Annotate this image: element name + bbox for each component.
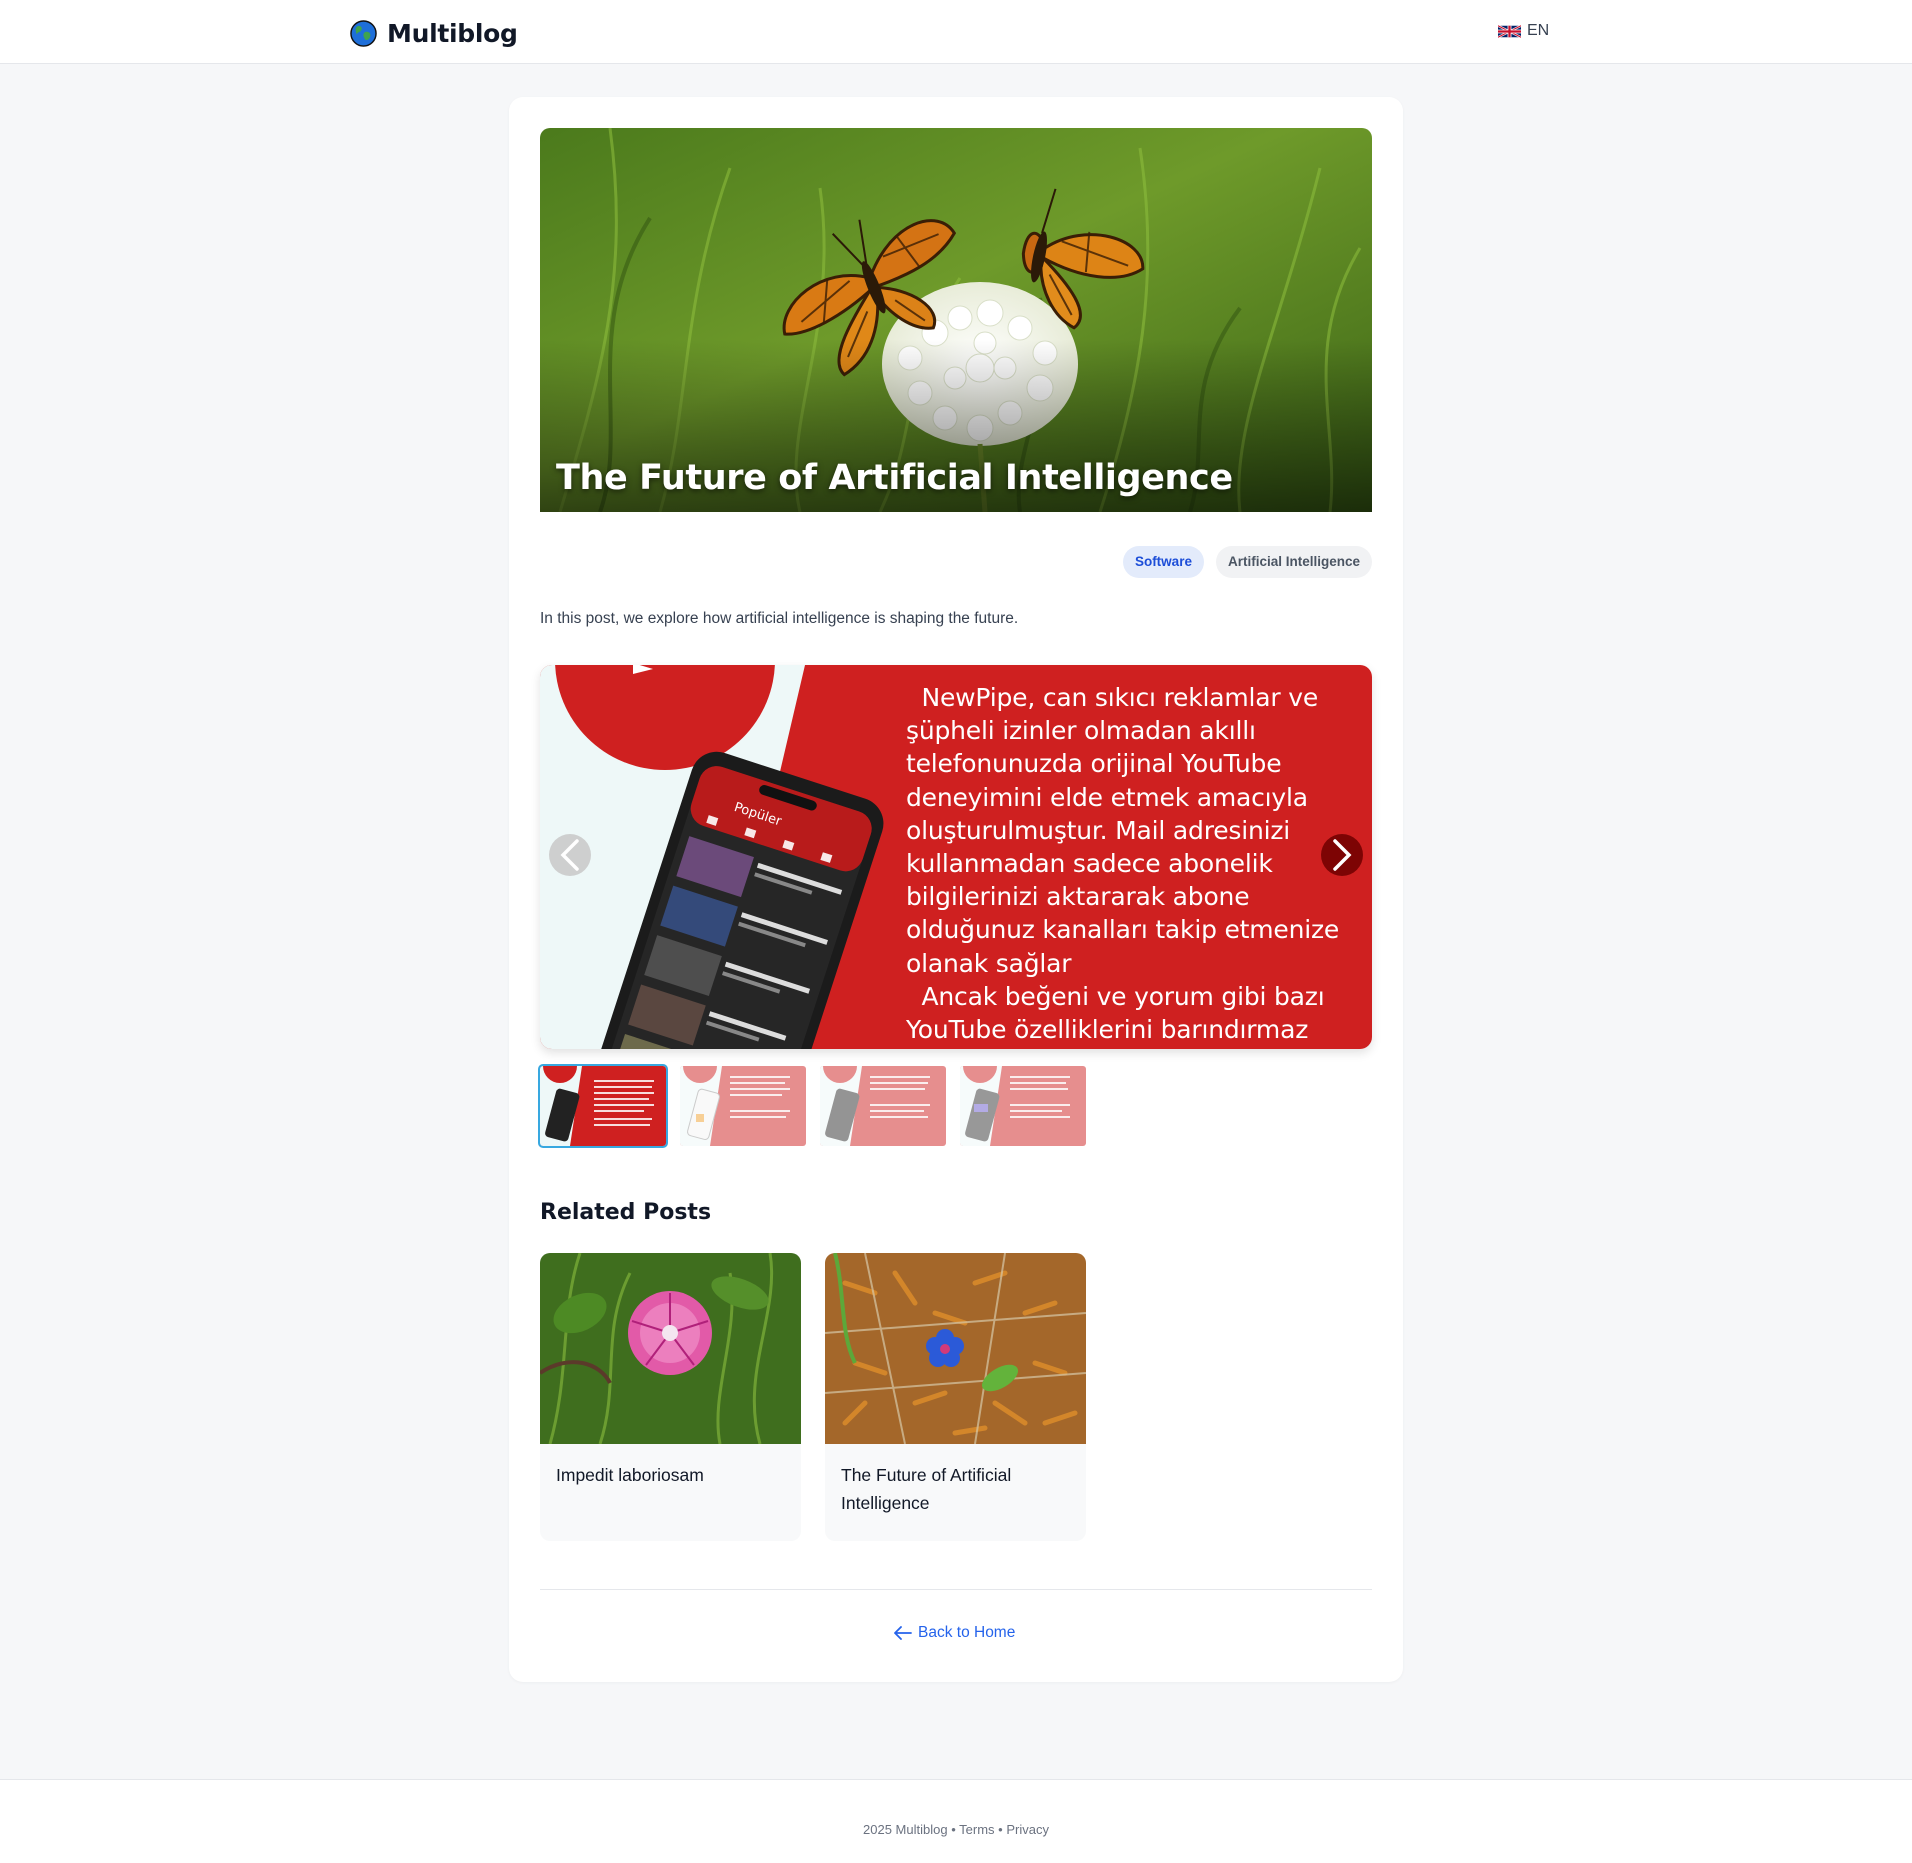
carousel-thumbnail[interactable]	[960, 1066, 1086, 1146]
pink-flower-photo	[540, 1253, 801, 1444]
language-switcher[interactable]: EN	[1498, 22, 1549, 40]
butterfly-photo	[540, 128, 1372, 512]
brand-logo-link[interactable]: Multiblog	[350, 18, 518, 48]
tag-artificial-intelligence[interactable]: Artificial Intelligence	[1215, 546, 1372, 578]
page-footer: 2025 Multiblog • Terms • Privacy	[0, 1779, 1912, 1863]
uk-flag-icon	[1498, 24, 1521, 38]
related-posts-heading: Related Posts	[540, 1200, 712, 1225]
blue-flower-photo	[825, 1253, 1086, 1444]
footer-separator: •	[951, 1822, 956, 1837]
slide-caption: NewPipe, can sıkıcı reklamlar ve şüpheli…	[906, 683, 1340, 1045]
related-post-card[interactable]: Impedit laboriosam	[540, 1253, 801, 1541]
post-title: The Future of Artificial Intelligence	[556, 458, 1233, 498]
post-card: The Future of Artificial Intelligence So…	[509, 97, 1403, 1682]
thumbnail-image	[540, 1066, 666, 1146]
thumbnail-image	[820, 1066, 946, 1146]
footer-separator: •	[998, 1822, 1003, 1837]
post-intro: In this post, we explore how artificial …	[540, 610, 1019, 627]
language-label: EN	[1527, 22, 1550, 39]
thumbnail-image	[960, 1066, 1086, 1146]
carousel-thumbnail[interactable]	[680, 1066, 806, 1146]
related-post-title: The Future of Artificial Intelligence	[841, 1465, 1012, 1513]
related-post-card[interactable]: The Future of Artificial Intelligence	[825, 1253, 1086, 1541]
globe-icon	[350, 19, 377, 47]
top-navbar: Multiblog EN	[0, 0, 1912, 64]
carousel-thumbnail[interactable]	[538, 1064, 668, 1148]
carousel-thumbnail[interactable]	[820, 1066, 946, 1146]
footer-terms-link[interactable]: Terms	[959, 1822, 994, 1837]
carousel-prev-button[interactable]	[549, 834, 591, 876]
footer-privacy-link[interactable]: Privacy	[1006, 1822, 1049, 1837]
carousel-thumbnails	[538, 1064, 1086, 1148]
footer-copyright: 2025 Multiblog	[863, 1822, 948, 1837]
brand-name: Multiblog	[387, 18, 518, 48]
tag-software[interactable]: Software	[1122, 546, 1204, 578]
chevron-right-icon	[1333, 839, 1352, 871]
footer-text: 2025 Multiblog • Terms • Privacy	[0, 1822, 1912, 1837]
thumbnail-image	[680, 1066, 806, 1146]
back-to-home-label: Back to Home	[918, 1624, 1016, 1641]
related-post-title: Impedit laboriosam	[556, 1465, 704, 1485]
image-carousel: Popüler NewPipe, can sıkıcı reklamlar ve…	[540, 665, 1372, 1049]
carousel-next-button[interactable]	[1321, 834, 1363, 876]
hero-image: The Future of Artificial Intelligence	[540, 128, 1372, 512]
back-to-home-link[interactable]: Back to Home	[894, 1624, 1015, 1642]
content-divider	[540, 1589, 1372, 1590]
tag-list: Software Artificial Intelligence	[1122, 546, 1372, 578]
chevron-left-icon	[560, 839, 579, 871]
arrow-left-icon	[894, 1626, 912, 1640]
